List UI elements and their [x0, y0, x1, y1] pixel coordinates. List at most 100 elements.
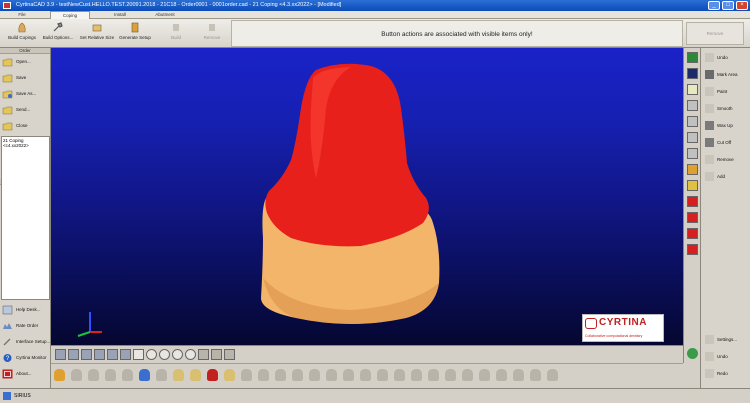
tooth-tool-icon[interactable]	[496, 369, 507, 381]
tooth-tool-icon[interactable]	[54, 369, 65, 381]
save-as-button[interactable]: Save As...	[0, 86, 50, 102]
rate-order-button[interactable]: Rate Order	[0, 318, 51, 334]
tooth-tool-icon[interactable]	[258, 369, 269, 381]
restorations-list[interactable]: 21 Coping <c4.xx2022>	[1, 136, 50, 300]
tooth-tool-icon[interactable]	[445, 369, 456, 381]
tooth-tool-icon[interactable]	[360, 369, 371, 381]
3d-viewport[interactable]: CYRTINA Collaborative computational dent…	[51, 48, 683, 345]
blue-flag-icon[interactable]	[687, 68, 698, 79]
close-button[interactable]: Close	[0, 118, 50, 134]
zoom-out-icon[interactable]	[159, 349, 170, 360]
view-front-icon[interactable]	[55, 349, 66, 360]
build-options-button[interactable]: Build Options...	[40, 21, 76, 46]
layers-icon[interactable]	[687, 116, 698, 127]
tooth-tool-icon[interactable]	[139, 369, 150, 381]
coping-small-icon[interactable]	[687, 164, 698, 175]
tooth-tool-icon[interactable]	[156, 369, 167, 381]
ribbon-remove-button[interactable]: Remove	[686, 22, 744, 45]
maximize-icon[interactable]: □	[722, 1, 734, 10]
wax-up-button[interactable]: Wax Up	[703, 118, 749, 133]
refresh-icon[interactable]	[687, 348, 698, 359]
set-relative-size-button[interactable]: Set Relative Size	[78, 21, 116, 46]
settings-button[interactable]: Settings...	[703, 332, 749, 347]
delete-x-icon[interactable]	[687, 212, 698, 223]
globe-icon[interactable]	[687, 100, 698, 111]
add-button[interactable]: Add	[703, 169, 749, 184]
delete-x2-icon[interactable]	[687, 244, 698, 255]
save-button[interactable]: Save	[0, 70, 50, 86]
tab-coping[interactable]: Coping	[50, 11, 90, 19]
send-button[interactable]: Send...	[0, 102, 50, 118]
build-button[interactable]: Build	[158, 21, 194, 46]
build-copings-button[interactable]: Build Copings	[4, 21, 40, 46]
tooth-tool-icon[interactable]	[343, 369, 354, 381]
view-top-icon[interactable]	[107, 349, 118, 360]
tooth-tool-icon[interactable]	[122, 369, 133, 381]
close-icon[interactable]: ×	[736, 1, 748, 10]
redo-button[interactable]: Redo	[703, 366, 749, 381]
tooth-tool-icon[interactable]	[173, 369, 184, 381]
tooth-tool-icon[interactable]	[207, 369, 218, 381]
remove-button[interactable]: Remove	[703, 152, 749, 167]
tooth-tool-icon[interactable]	[190, 369, 201, 381]
tooth-tool-icon[interactable]	[326, 369, 337, 381]
view-back-icon[interactable]	[68, 349, 79, 360]
tab-install[interactable]: Install	[100, 11, 140, 19]
measure-icon[interactable]	[224, 349, 235, 360]
undo-button[interactable]: Undo	[703, 50, 749, 65]
snapshot-icon[interactable]	[211, 349, 222, 360]
tooth-tool-icon[interactable]	[71, 369, 82, 381]
delete-x1-icon[interactable]	[687, 228, 698, 239]
measure-icon[interactable]	[687, 148, 698, 159]
tooth-tool-icon[interactable]	[105, 369, 116, 381]
view-right-icon[interactable]	[94, 349, 105, 360]
wax-up-icon	[705, 121, 714, 130]
cyrtina-monitor-button[interactable]: ? Cyrtina Monitor	[0, 350, 51, 366]
tooth-tool-icon[interactable]	[530, 369, 541, 381]
green-flag-icon[interactable]	[687, 52, 698, 63]
open-button[interactable]: Open...	[0, 54, 50, 70]
tooth-tool-icon[interactable]	[479, 369, 490, 381]
warning-icon[interactable]	[687, 180, 698, 191]
tooth-tool-icon[interactable]	[275, 369, 286, 381]
tooth-tool-icon[interactable]	[411, 369, 422, 381]
pan-icon[interactable]	[133, 349, 144, 360]
view-left-icon[interactable]	[81, 349, 92, 360]
grid-icon[interactable]	[687, 132, 698, 143]
monitor-icon: ?	[3, 354, 12, 362]
help-desk-button[interactable]: Help Desk...	[0, 302, 51, 318]
tab-abutment[interactable]: Abutment	[145, 11, 185, 19]
delete-x-icon[interactable]	[687, 196, 698, 207]
zoom-window-icon[interactable]	[172, 349, 183, 360]
bottom-undo-button[interactable]: Undo	[703, 349, 749, 364]
tooth-tool-icon[interactable]	[88, 369, 99, 381]
about-button[interactable]: About...	[0, 366, 51, 382]
tooth-tool-icon[interactable]	[241, 369, 252, 381]
paint-button[interactable]: Paint	[703, 84, 749, 99]
minimize-icon[interactable]: _	[708, 1, 720, 10]
tooth-tool-icon[interactable]	[377, 369, 388, 381]
about-icon	[2, 369, 13, 379]
camera-icon[interactable]	[198, 349, 209, 360]
zoom-fit-icon[interactable]	[185, 349, 196, 360]
remove-build-button[interactable]: Remove	[194, 21, 230, 46]
tooth-tool-icon[interactable]	[547, 369, 558, 381]
tooth-tool-icon[interactable]	[224, 369, 235, 381]
tooth-tool-icon[interactable]	[428, 369, 439, 381]
tooth-tool-icon[interactable]	[462, 369, 473, 381]
list-item[interactable]: 21 Coping <c4.xx2022>	[3, 138, 48, 148]
tooth-tool-icon[interactable]	[394, 369, 405, 381]
cut-off-button[interactable]: Cut Off	[703, 135, 749, 150]
mark-area-button[interactable]: Mark Area	[703, 67, 749, 82]
tooth-tool-icon[interactable]	[309, 369, 320, 381]
tooth-tool-icon[interactable]	[292, 369, 303, 381]
zoom-in-icon[interactable]	[146, 349, 157, 360]
yellow-flag-icon[interactable]	[687, 84, 698, 95]
generate-setup-button[interactable]: Generate Setup	[117, 21, 153, 46]
view-bottom-icon[interactable]	[120, 349, 131, 360]
smooth-button[interactable]: Smooth	[703, 101, 749, 116]
interface-setup-button[interactable]: Interface Setup...	[0, 334, 51, 350]
tooth-tool-icon[interactable]	[513, 369, 524, 381]
tab-file[interactable]: File	[2, 11, 42, 19]
remove-icon	[705, 155, 714, 164]
